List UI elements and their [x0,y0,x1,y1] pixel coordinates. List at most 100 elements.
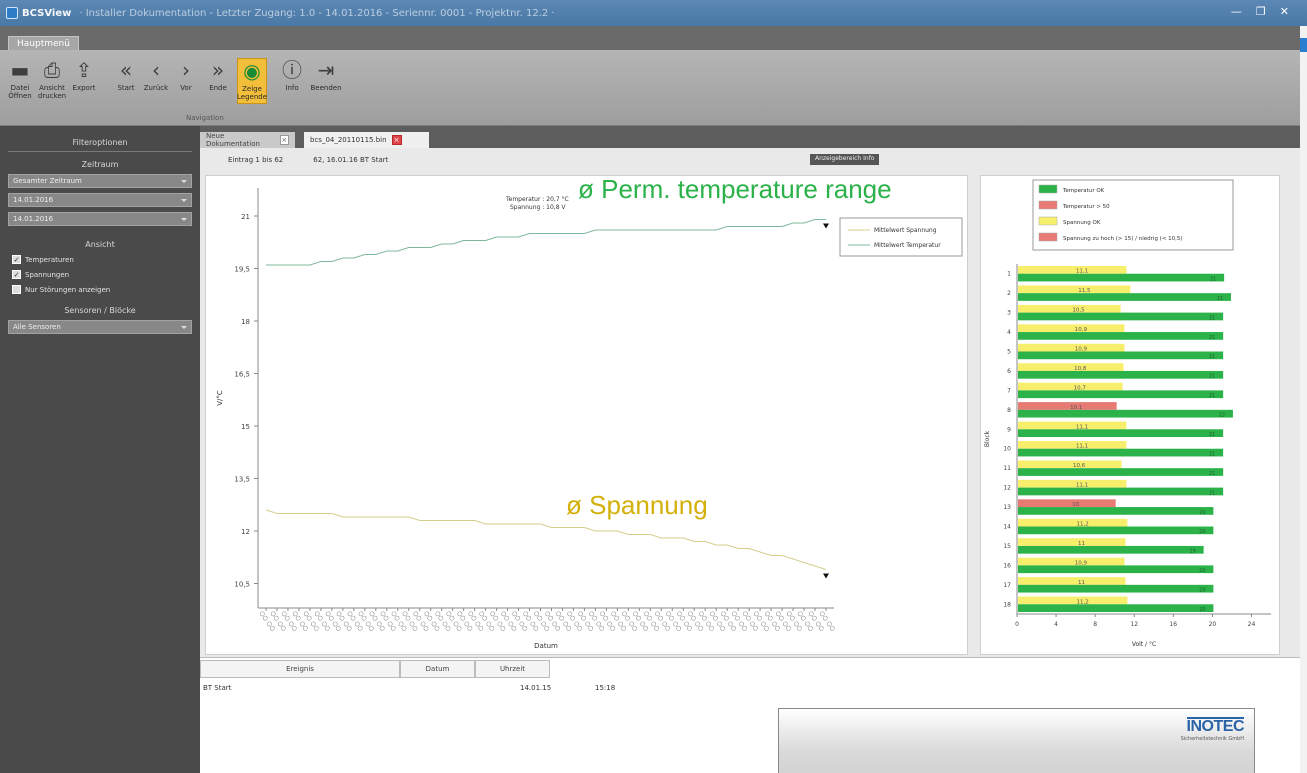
voltage-bar [1018,421,1127,430]
y-tick-label: 9 [1007,426,1011,433]
grid-header-event[interactable]: Ereignis [200,660,400,678]
exit-icon: ⇥ [317,58,335,82]
print-button[interactable]: ⎙ Ansicht drucken [37,58,67,100]
temperature-bar-label: 20 [1199,588,1205,594]
ribbon-group-label: Navigation [186,114,224,122]
temperature-bar [1018,429,1224,437]
sensors-select[interactable]: Alle Sensoren [8,320,192,334]
tab-bin-file[interactable]: bcs_04_20110115.bin × [304,132,429,148]
window-path: · Installer Dokumentation - Letzter Zuga… [79,7,555,19]
faults-only-checkbox[interactable]: Nur Störungen anzeigen [12,285,188,294]
line-legend-box [839,217,963,257]
inotec-card: INOTEC Sicherheitstechnik GmbH [778,708,1255,773]
tab-close-icon[interactable]: × [391,135,402,145]
temperature-bar [1018,507,1214,515]
grid-cell-date: 14.01.15 [520,684,552,692]
temperature-bar-label: 21 [1209,393,1215,399]
x-axis-title: Volt / °C [1132,641,1156,648]
end-button[interactable]: » Ende [203,58,233,92]
voltage-bar [1018,266,1127,274]
grid-header-date[interactable]: Datum [400,660,475,678]
sidebar-header: Filteroptionen [8,138,192,152]
table-row[interactable]: BT Start 14.01.15 15:18 [200,680,670,696]
temperature-bar [1018,448,1224,457]
x-tick-label: 0 [1015,621,1019,628]
voltage-checkbox[interactable]: ✓ Spannungen [12,270,188,279]
temperature-bar-label: 21 [1209,490,1215,496]
temperature-bar-label: 20 [1199,607,1205,613]
temperature-bar-label: 21 [1209,374,1215,380]
y-tick-label: 2 [1007,290,1011,297]
back-button-label: Zurück [143,84,169,92]
voltage-bar [1018,596,1128,605]
x-tick-label: 8 [1093,621,1097,628]
period-select[interactable]: Gesamter Zeitraum [8,174,192,188]
x-tick-label: 16 [1169,621,1177,628]
inotec-logo: INOTEC [1186,717,1245,735]
x-axis-title: Datum [534,642,558,650]
minimize-icon[interactable]: — [1231,5,1242,18]
y-tick-label: 4 [1007,329,1011,336]
voltage-bar [1018,479,1127,488]
date-from-field[interactable]: 14.01.2016 [8,193,192,207]
open-button[interactable]: ▬ Datei Öffnen [5,58,35,100]
temperature-bar [1018,604,1214,612]
period-label: Zeitraum [81,160,119,169]
temperature-bar-label: 20 [1199,529,1205,535]
info-icon: ⓘ [282,58,302,82]
info-button-label: Info [285,84,299,92]
back-button[interactable]: ‹ Zurück [141,58,171,92]
date-to-field[interactable]: 14.01.2016 [8,212,192,226]
temperature-bar-label: 21 [1217,296,1223,302]
start-button[interactable]: « Start [111,58,141,92]
y-axis-title: Block [984,430,991,447]
voltage-bar [1018,343,1125,352]
forward-button[interactable]: › Vor [171,58,201,92]
legend-label: Temperatur OK [1062,188,1105,194]
exit-button[interactable]: ⇥ Beenden [310,58,341,92]
temperature-bar [1018,409,1233,418]
temperature-bar [1018,390,1224,399]
tab-close-icon[interactable]: × [279,135,289,145]
y-tick-label: 19,5 [234,266,250,274]
export-button[interactable]: ⇪ Export [69,58,99,92]
legend-icon: ◉ [243,59,261,83]
voltage-bar [1018,577,1126,585]
temperature-bar [1018,351,1224,360]
tooltip-voltage: Spannung : 10,8 V [510,204,566,211]
tab-label: Neue Dokumentation [206,132,260,148]
y-tick-label: 15 [1003,543,1011,550]
y-tick-label: 12 [1003,485,1011,492]
y-tick-label: 16 [1003,562,1011,569]
y-tick-label: 14 [1003,524,1011,531]
close-icon[interactable]: ✕ [1280,5,1289,18]
info-button[interactable]: ⓘ Info [277,58,307,92]
line-chart[interactable]: 2119,51816,51513,51210,5○○ ○○○○ ○○○○ ○○○… [206,176,969,656]
ribbon-tabbar: Hauptmenü [0,26,1307,52]
checkbox-icon [12,285,21,294]
tab-new-documentation[interactable]: Neue Dokumentation × [200,132,295,148]
temperature-checkbox[interactable]: ✓ Temperaturen [12,255,188,264]
voltage-bar [1018,518,1128,527]
inotec-subtitle: Sicherheitstechnik GmbH [1180,736,1244,742]
voltage-bar [1018,285,1131,294]
right-edge-panel [1300,26,1307,773]
tooltip-temperature: Temperatur : 20,7 °C [505,196,569,203]
legend-swatch [1038,232,1058,242]
printer-icon: ⎙ [44,58,60,82]
legend-button[interactable]: ◉ Zeige Legende [237,58,267,104]
sensors-label: Sensoren / Blöcke [64,306,136,315]
y-axis-title: V/°C [216,390,224,406]
voltage-bar [1018,304,1121,313]
y-tick-label: 1 [1007,271,1011,278]
grid-header-time[interactable]: Uhrzeit [475,660,550,678]
temperature-bar [1018,584,1214,593]
entry-detail-text: 62, 16.01.16 BT Start [313,156,389,164]
temperature-bar [1018,487,1224,496]
temperature-bar-label: 22 [1219,413,1225,419]
y-tick-label: 12 [241,528,250,536]
display-range-button[interactable]: Anzeigebereich Info [810,154,880,165]
maximize-icon[interactable]: ❐ [1256,5,1266,18]
bar-chart[interactable]: Temperatur OK Temperatur > 50 Spannung OK S… [981,176,1281,656]
legend-label: Temperatur > 50 [1062,204,1110,210]
